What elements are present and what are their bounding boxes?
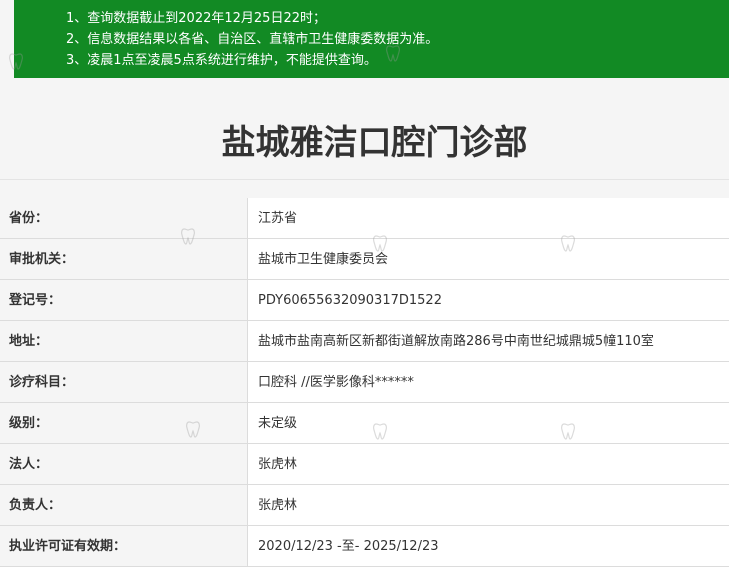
notice-line-3: 3、凌晨1点至凌晨5点系统进行维护，不能提供查询。	[66, 53, 377, 68]
info-table: 省份： 江苏省 审批机关： 盐城市卫生健康委员会 登记号： PDY6065563…	[0, 198, 729, 567]
table-row-level: 级别： 未定级	[0, 403, 729, 444]
row-value: 张虎林	[248, 444, 729, 484]
row-value: PDY60655632090317D1522	[248, 280, 729, 320]
page-title: 盐城雅洁口腔门诊部	[221, 123, 528, 163]
row-label: 省份：	[0, 198, 248, 238]
table-row-license-validity: 执业许可证有效期： 2020/12/23 -至- 2025/12/23	[0, 526, 729, 567]
table-row-registration: 登记号： PDY60655632090317D1522	[0, 280, 729, 321]
row-label: 登记号：	[0, 280, 248, 320]
row-value: 口腔科 //医学影像科******	[248, 362, 729, 402]
row-label: 诊疗科目：	[0, 362, 248, 402]
row-label: 负责人：	[0, 485, 248, 525]
notice-line-1: 1、查询数据截止到2022年12月25日22时；	[66, 11, 326, 26]
row-label: 执业许可证有效期：	[0, 526, 248, 566]
table-row-province: 省份： 江苏省	[0, 198, 729, 239]
row-label: 级别：	[0, 403, 248, 443]
row-value: 张虎林	[248, 485, 729, 525]
table-row-principal: 负责人： 张虎林	[0, 485, 729, 526]
row-label: 地址：	[0, 321, 248, 361]
notice-line-2: 2、信息数据结果以各省、自治区、直辖市卫生健康委数据为准。	[66, 32, 439, 47]
row-label: 审批机关：	[0, 239, 248, 279]
notice-banner: 1、查询数据截止到2022年12月25日22时； 2、信息数据结果以各省、自治区…	[14, 0, 729, 78]
title-section: 盐城雅洁口腔门诊部	[0, 78, 729, 180]
row-value: 江苏省	[248, 198, 729, 238]
table-row-address: 地址： 盐城市盐南高新区新都街道解放南路286号中南世纪城鼎城5幢110室	[0, 321, 729, 362]
row-label: 法人：	[0, 444, 248, 484]
table-row-departments: 诊疗科目： 口腔科 //医学影像科******	[0, 362, 729, 403]
row-value: 盐城市盐南高新区新都街道解放南路286号中南世纪城鼎城5幢110室	[248, 321, 729, 361]
row-value: 盐城市卫生健康委员会	[248, 239, 729, 279]
table-row-authority: 审批机关： 盐城市卫生健康委员会	[0, 239, 729, 280]
row-value: 2020/12/23 -至- 2025/12/23	[248, 526, 729, 566]
table-row-legal-person: 法人： 张虎林	[0, 444, 729, 485]
row-value: 未定级	[248, 403, 729, 443]
